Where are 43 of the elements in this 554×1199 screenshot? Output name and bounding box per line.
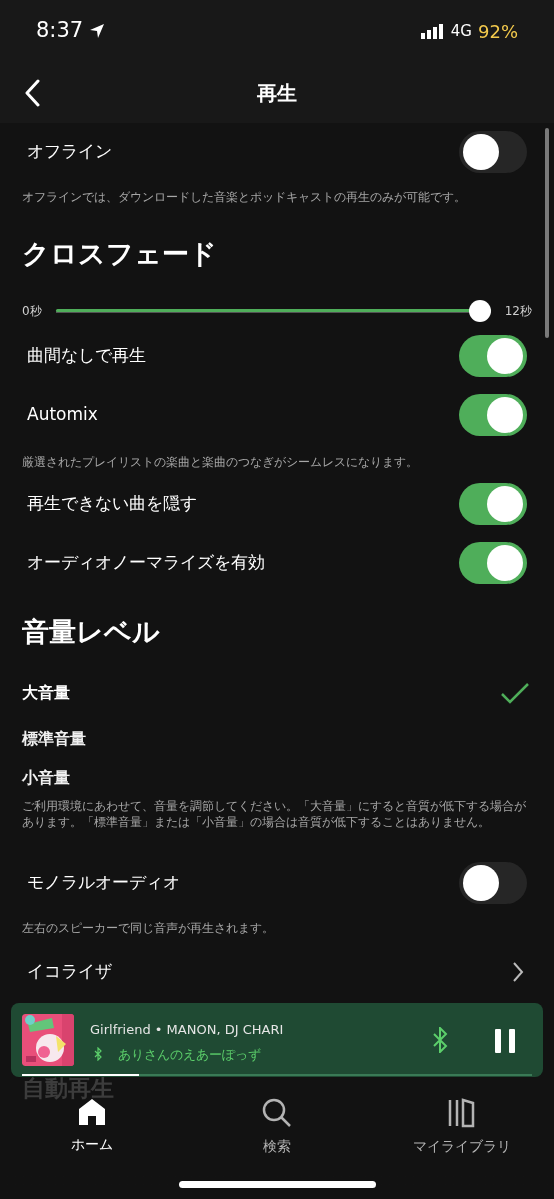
clock-time: 8:37 (36, 17, 84, 45)
setting-description: オフラインでは、ダウンロードした音楽とポッドキャストの再生のみが可能です。 (22, 189, 466, 205)
track-title: Girlfriend • MANON, DJ CHARI (90, 1021, 284, 1039)
home-icon[interactable] (78, 1098, 107, 1126)
nav-tab[interactable]: 検索 (184, 1098, 370, 1158)
checkmark-icon (500, 681, 530, 705)
setting-label: オフライン (27, 140, 112, 164)
toggle-switch[interactable] (459, 482, 527, 525)
toggle-switch[interactable] (459, 862, 527, 904)
toggle-switch[interactable] (459, 393, 527, 436)
nav-tab[interactable]: マイライブラリ (369, 1098, 554, 1158)
chevron-right-icon (512, 961, 524, 983)
setting-label: 再生できない曲を隠す (27, 491, 197, 515)
volume-option[interactable]: 小音量 (22, 764, 532, 792)
setting-description: 厳選されたプレイリストの楽曲と楽曲のつなぎがシームレスになります。 (22, 454, 418, 470)
slider-max-label: 12秒 (503, 303, 532, 320)
device-name: ありさんのえあーぽっず (118, 1046, 261, 1064)
nav-tab[interactable]: ホーム (0, 1098, 185, 1158)
library-icon[interactable] (447, 1098, 476, 1128)
volume-option[interactable]: 標準音量 (22, 714, 532, 764)
toggle-switch[interactable] (459, 131, 527, 173)
setting-description: ご利用環境にあわせて、音量を調節してください。「大音量」にすると音質が低下する場合があります。「標準音量」または「小音量」の場合は音質が低下することはありません。 (22, 798, 527, 830)
signal-icon (420, 23, 445, 39)
location-arrow-icon (89, 23, 106, 39)
section-heading: クロスフェード (22, 237, 217, 272)
toggle-switch[interactable] (459, 541, 527, 584)
battery-percent: 92% (478, 19, 518, 44)
setting-description: 左右のスピーカーで同じ音声が再生されます。 (22, 920, 274, 936)
slider-min-label: 0秒 (22, 303, 43, 320)
equalizer-link[interactable]: イコライザ (22, 942, 532, 1002)
setting-label: 曲間なしで再生 (27, 343, 146, 367)
toggle-switch[interactable] (459, 334, 527, 377)
setting-label: Automix (27, 402, 98, 426)
setting-label: オーディオノーマライズを有効 (27, 550, 265, 574)
bluetooth-icon (94, 1047, 102, 1061)
back-chevron-icon[interactable] (24, 79, 40, 107)
slider-thumb[interactable] (468, 300, 491, 322)
page-title: 再生 (257, 79, 297, 107)
volume-option[interactable]: 大音量 (22, 672, 532, 714)
setting-label: モノラルオーディオ (27, 871, 180, 895)
search-icon[interactable] (262, 1098, 292, 1128)
network-type: 4G (450, 20, 472, 42)
section-heading: 音量レベル (22, 614, 160, 649)
